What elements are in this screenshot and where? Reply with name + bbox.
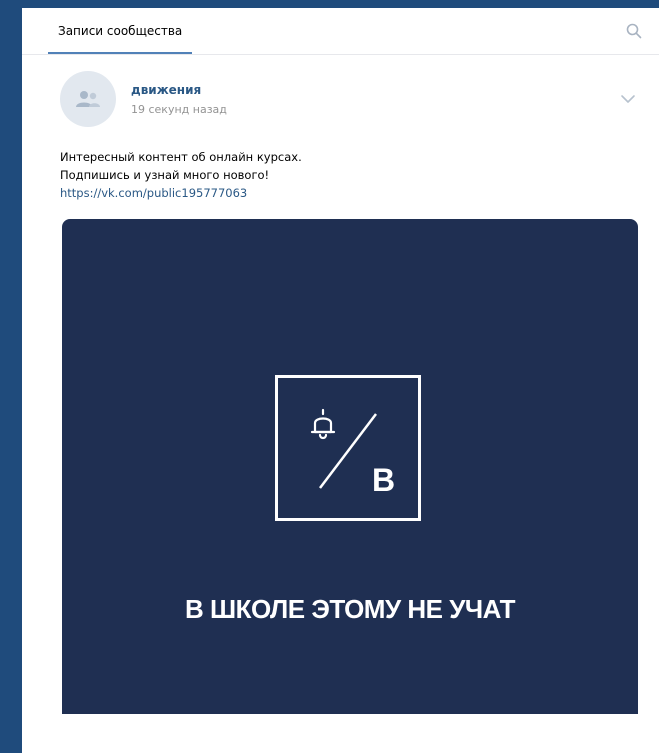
avatar[interactable] [60,71,116,127]
tab-community-posts[interactable]: Записи сообщества [48,8,193,54]
logo-letter: B [372,462,396,498]
chevron-down-icon[interactable] [620,89,636,103]
post-image[interactable]: B В ШКОЛЕ ЭТОМУ НЕ УЧАТ [62,219,638,714]
post-header: движения 19 секунд назад [60,71,640,131]
community-posts-panel: Записи сообщества движения 19 секунд наз… [22,8,659,753]
tabs-bar: Записи сообщества [22,8,659,55]
post-link[interactable]: https://vk.com/public195777063 [60,184,620,202]
post-author[interactable]: движения [131,83,201,97]
logo-box: B [275,375,421,521]
image-caption: В ШКОЛЕ ЭТОМУ НЕ УЧАТ [184,594,516,624]
bell-icon [310,408,336,440]
slash-divider [319,413,377,489]
post-text-line: Подпишись и узнай много нового! [60,168,270,182]
search-icon[interactable] [625,22,643,40]
post-timestamp[interactable]: 19 секунд назад [131,103,227,116]
post-text-line: Интересный контент об онлайн курсах. [60,150,302,164]
post-text: Интересный контент об онлайн курсах. Под… [60,148,620,202]
community-icon [76,91,100,107]
